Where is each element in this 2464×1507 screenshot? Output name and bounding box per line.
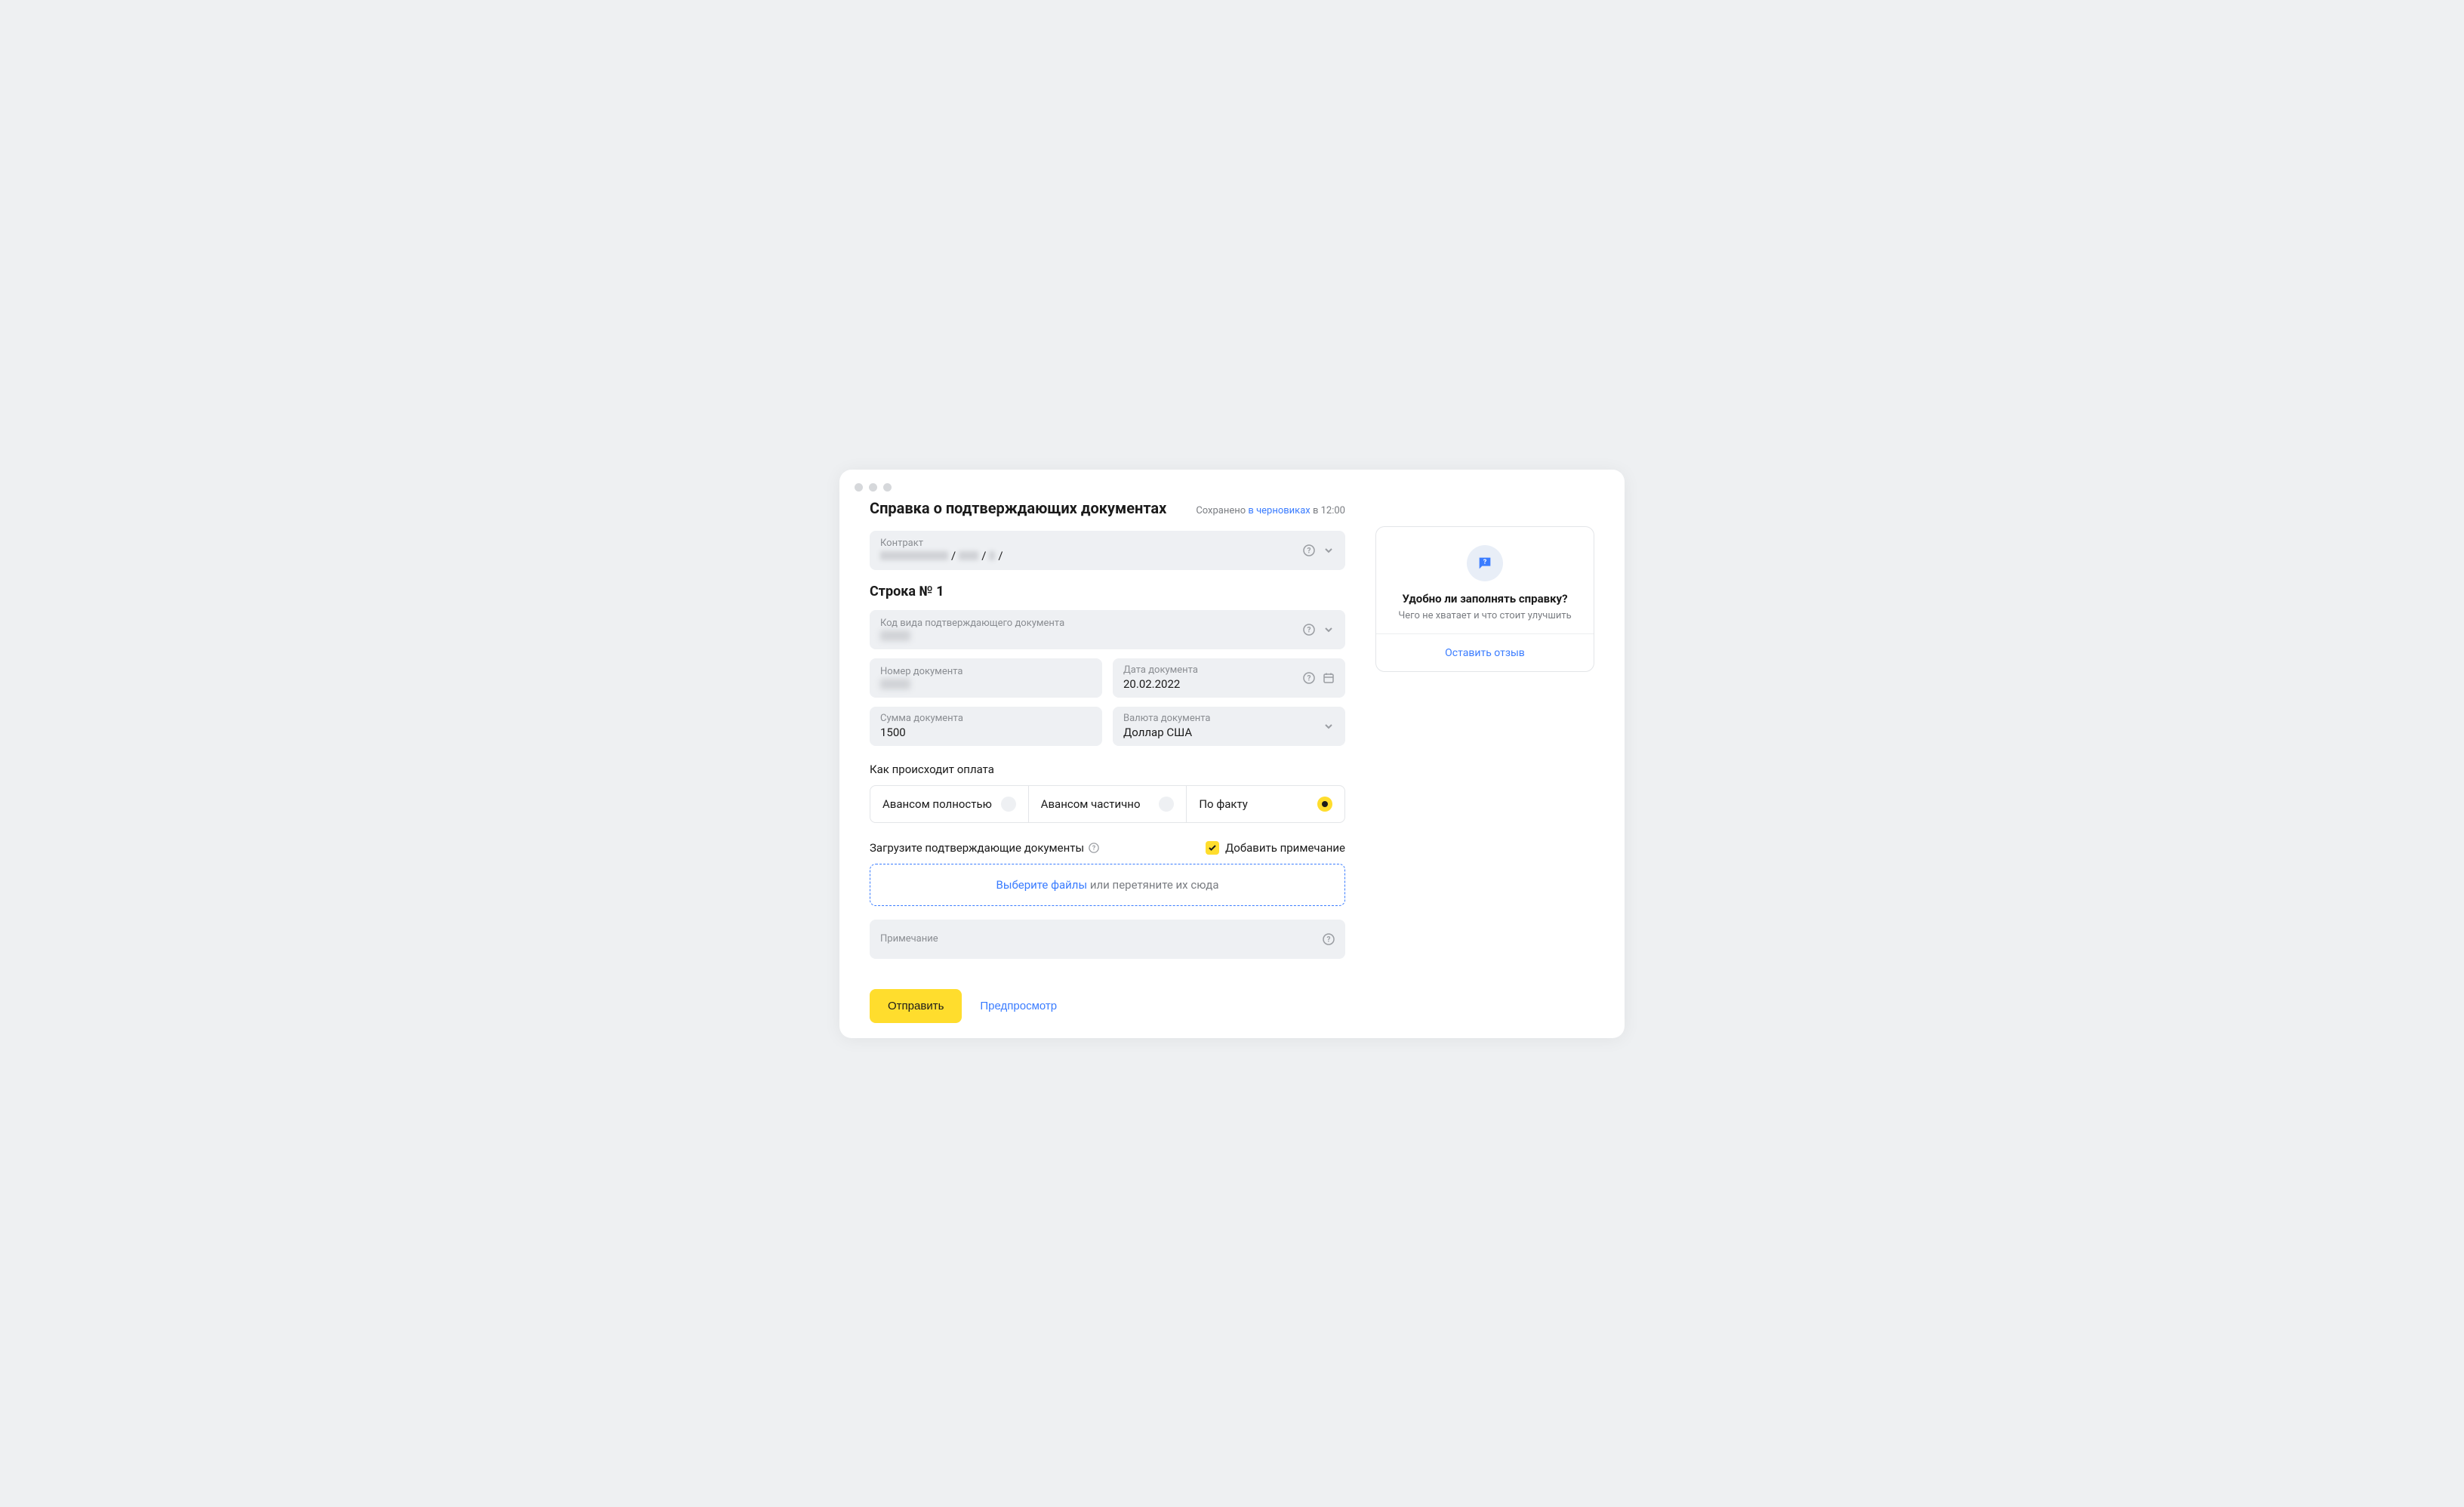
doc-date-field[interactable]: Дата документа 20.02.2022 ? xyxy=(1113,658,1345,698)
doc-number-field[interactable]: Номер документа xyxy=(870,658,1102,698)
radio-icon xyxy=(1001,797,1016,812)
window-dot xyxy=(855,483,863,492)
page-title: Справка о подтверждающих документах xyxy=(870,499,1166,517)
window-dot xyxy=(883,483,892,492)
saved-status: Сохранено в черновиках в 12:00 xyxy=(1196,505,1345,516)
payment-option-advance-full[interactable]: Авансом полностью xyxy=(870,786,1029,822)
help-icon[interactable]: ? xyxy=(1303,672,1315,684)
payment-option-label: Авансом полностью xyxy=(882,797,992,811)
choose-files-link[interactable]: Выберите файлы xyxy=(996,878,1087,892)
contract-label: Контракт xyxy=(880,538,1335,549)
doc-code-label: Код вида подтверждающего документа xyxy=(880,618,1335,629)
upload-label: Загрузите подтверждающие документы ? xyxy=(870,841,1099,855)
feedback-title: Удобно ли заполнять справку? xyxy=(1391,592,1578,606)
radio-icon xyxy=(1159,797,1174,812)
payment-option-label: Авансом частично xyxy=(1041,797,1141,811)
contract-value: / / / xyxy=(880,549,1335,562)
doc-sum-value: 1500 xyxy=(880,726,1092,739)
dropzone-text: или перетяните их сюда xyxy=(1087,878,1218,892)
doc-code-field[interactable]: Код вида подтверждающего документа ? xyxy=(870,610,1345,649)
payment-radio-group: Авансом полностью Авансом частично По фа… xyxy=(870,785,1345,823)
svg-text:?: ? xyxy=(1483,558,1487,566)
preview-button[interactable]: Предпросмотр xyxy=(980,1000,1057,1012)
drafts-link[interactable]: в черновиках xyxy=(1248,505,1310,516)
help-icon[interactable]: ? xyxy=(1323,933,1335,945)
svg-text:?: ? xyxy=(1327,935,1331,944)
chevron-down-icon[interactable] xyxy=(1323,544,1335,556)
add-note-toggle[interactable]: Добавить примечание xyxy=(1206,841,1345,855)
row-title: Строка № 1 xyxy=(870,584,1345,599)
feedback-card: ? Удобно ли заполнять справку? Чего не х… xyxy=(1375,526,1594,672)
chevron-down-icon[interactable] xyxy=(1323,720,1335,732)
saved-prefix: Сохранено xyxy=(1196,505,1248,516)
payment-option-advance-partial[interactable]: Авансом частично xyxy=(1029,786,1187,822)
divider xyxy=(1376,633,1594,634)
add-note-label: Добавить примечание xyxy=(1225,841,1345,855)
saved-time: в 12:00 xyxy=(1311,505,1345,516)
masked-text xyxy=(989,551,995,560)
app-window: Справка о подтверждающих документах Сохр… xyxy=(839,470,1625,1038)
window-dot xyxy=(869,483,877,492)
contract-field[interactable]: Контракт / / / ? xyxy=(870,531,1345,570)
help-icon[interactable]: ? xyxy=(1303,624,1315,636)
masked-text xyxy=(880,630,910,641)
window-titlebar xyxy=(839,470,1625,499)
svg-text:?: ? xyxy=(1092,845,1096,852)
payment-option-label: По факту xyxy=(1199,797,1248,811)
doc-currency-value: Доллар США xyxy=(1123,726,1335,739)
payment-option-by-fact[interactable]: По факту xyxy=(1187,786,1344,822)
note-field[interactable]: Примечание ? xyxy=(870,920,1345,959)
masked-text xyxy=(880,679,910,689)
note-label: Примечание xyxy=(880,933,1335,945)
doc-currency-label: Валюта документа xyxy=(1123,713,1335,724)
checkbox-checked-icon xyxy=(1206,841,1219,855)
file-dropzone[interactable]: Выберите файлы или перетяните их сюда xyxy=(870,864,1345,906)
chevron-down-icon[interactable] xyxy=(1323,624,1335,636)
help-icon[interactable]: ? xyxy=(1089,843,1099,853)
calendar-icon[interactable] xyxy=(1323,672,1335,684)
doc-sum-field[interactable]: Сумма документа 1500 xyxy=(870,707,1102,746)
doc-sum-label: Сумма документа xyxy=(880,713,1092,724)
doc-currency-field[interactable]: Валюта документа Доллар США xyxy=(1113,707,1345,746)
masked-text xyxy=(880,551,948,560)
svg-text:?: ? xyxy=(1307,547,1311,555)
doc-number-label: Номер документа xyxy=(880,666,1092,677)
svg-text:?: ? xyxy=(1307,674,1311,683)
svg-text:?: ? xyxy=(1307,626,1311,634)
feedback-subtitle: Чего не хватает и что стоит улучшить xyxy=(1391,610,1578,621)
radio-icon-active xyxy=(1317,797,1332,812)
masked-text xyxy=(959,551,978,560)
upload-label-text: Загрузите подтверждающие документы xyxy=(870,841,1084,855)
feedback-chat-icon: ? xyxy=(1467,545,1503,581)
help-icon[interactable]: ? xyxy=(1303,544,1315,556)
feedback-link[interactable]: Оставить отзыв xyxy=(1445,647,1525,659)
submit-button[interactable]: Отправить xyxy=(870,989,962,1023)
payment-label: Как происходит оплата xyxy=(870,763,1345,776)
